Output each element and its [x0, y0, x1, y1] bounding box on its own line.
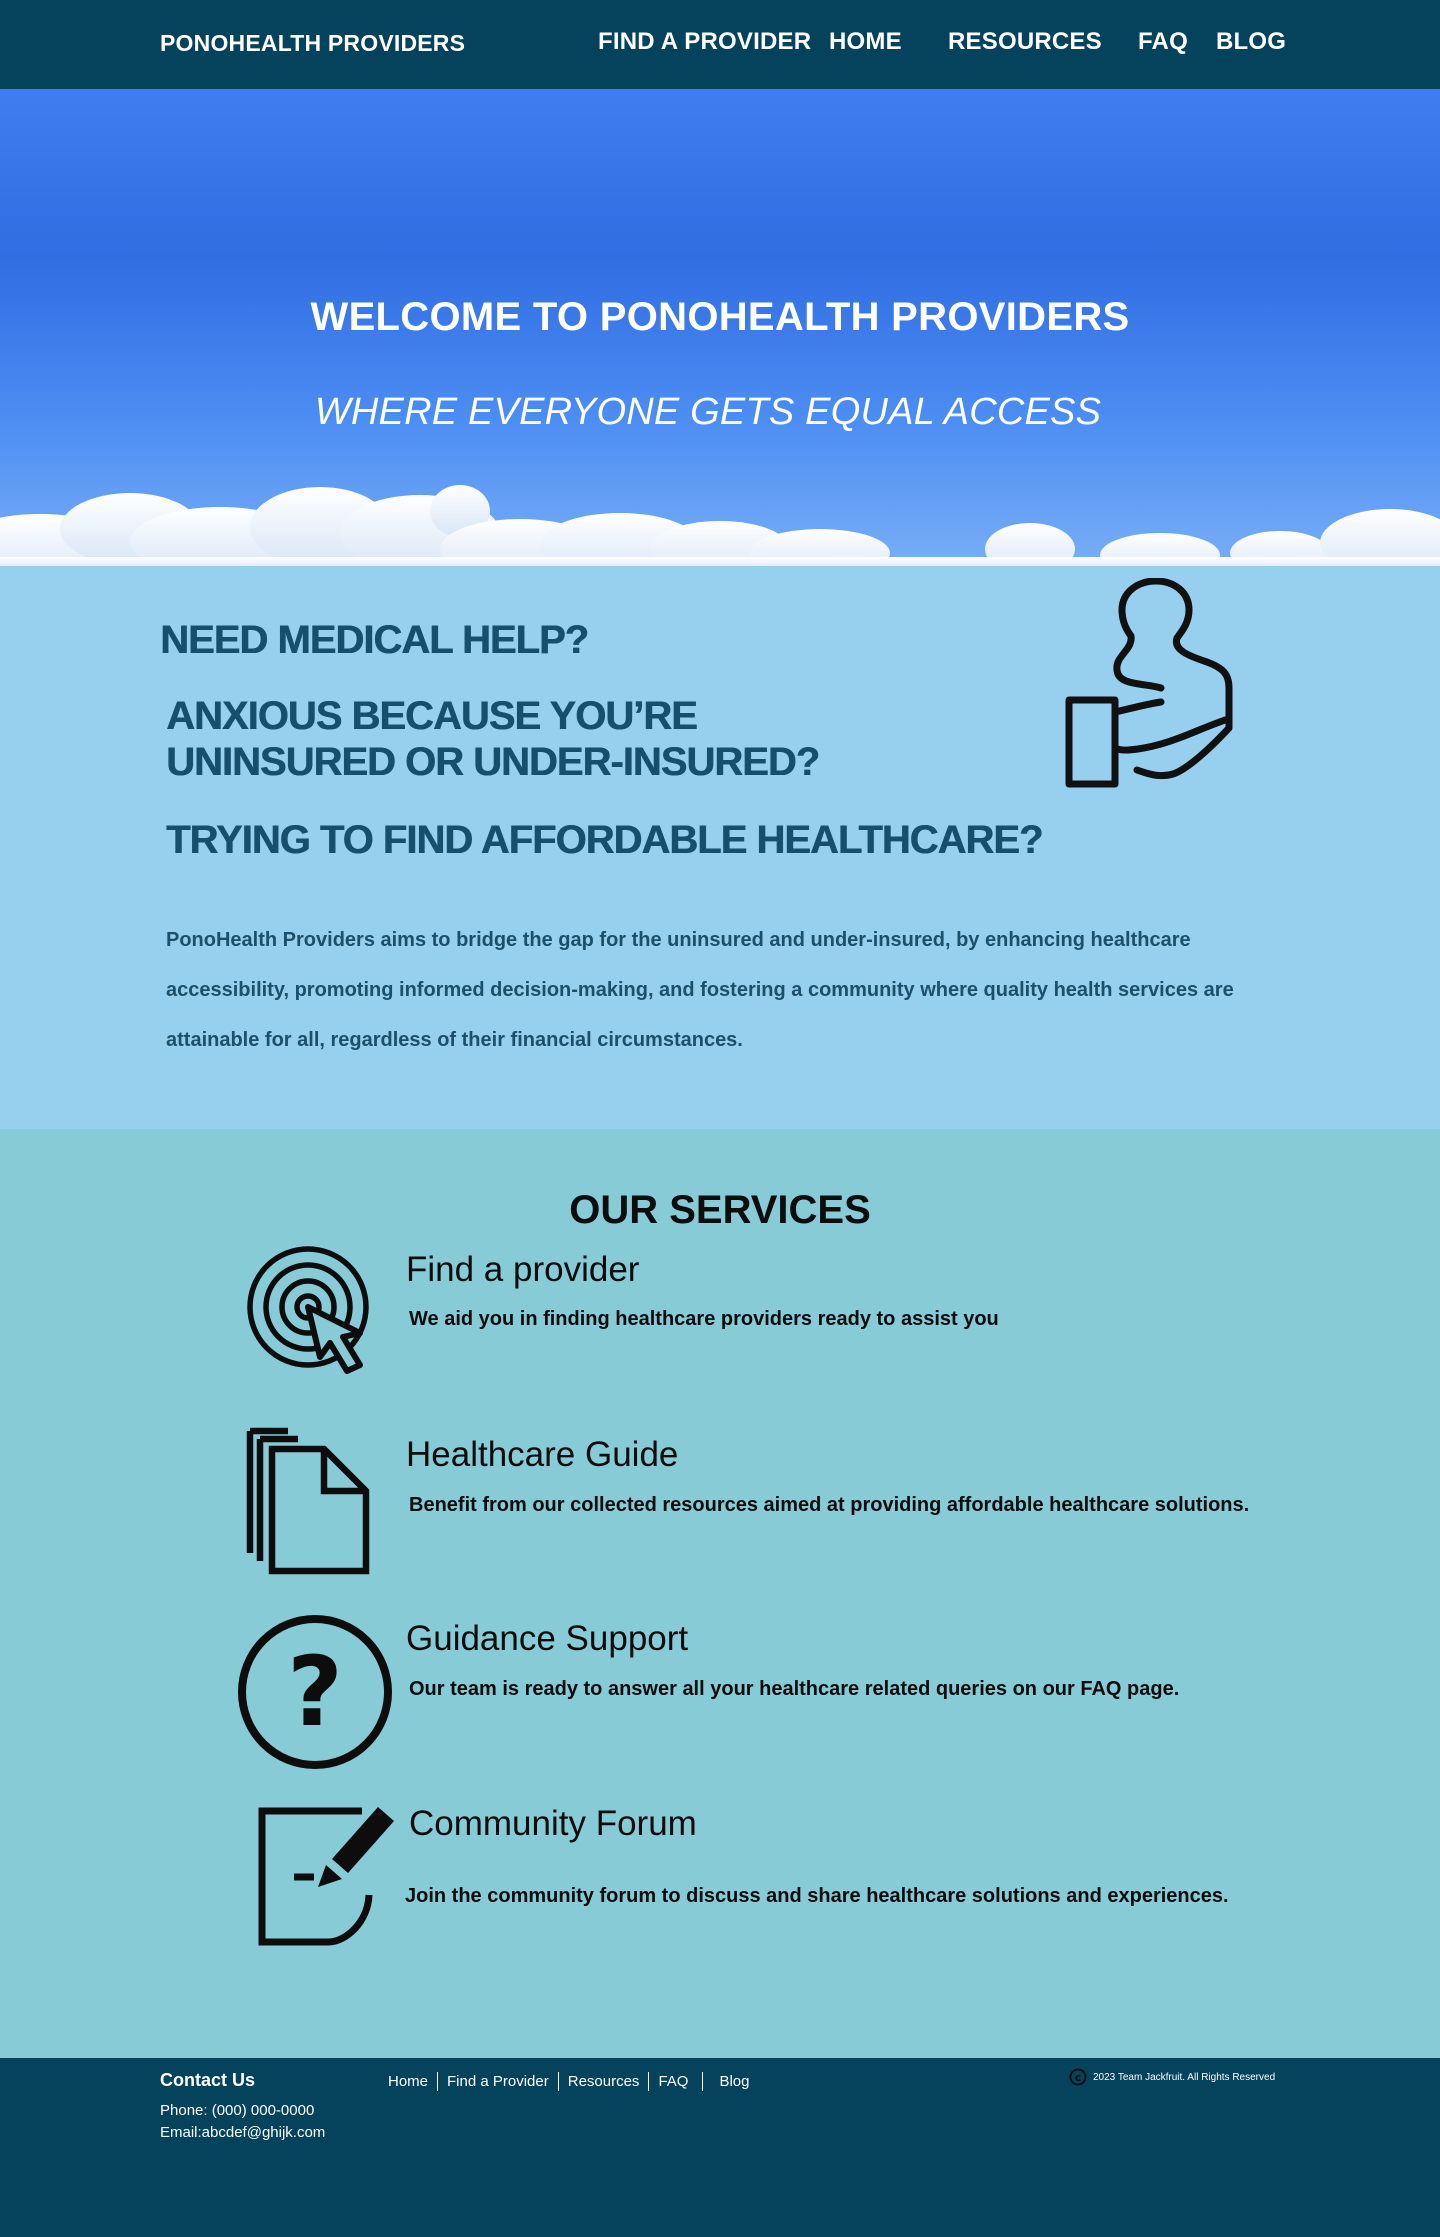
target-cursor-icon: [247, 1246, 369, 1374]
clouds-image: [0, 485, 1440, 566]
service-desc-guidance-support: Our team is ready to answer all your hea…: [409, 1678, 1180, 1700]
nav-home[interactable]: HOME: [829, 28, 902, 56]
question-circle-icon: ?: [238, 1615, 392, 1769]
service-title-healthcare-guide[interactable]: Healthcare Guide: [406, 1435, 678, 1475]
mission-statement: PonoHealth Providers aims to bridge the …: [166, 929, 1234, 1051]
hero-banner: WELCOME TO PONOHEALTH PROVIDERS WHERE EV…: [0, 89, 1440, 566]
service-desc-healthcare-guide: Benefit from our collected resources aim…: [409, 1494, 1250, 1516]
edit-document-icon: [258, 1807, 394, 1946]
contact-email: Email:abcdef@ghijk.com: [160, 2124, 326, 2141]
copyright-icon: c: [1069, 2068, 1087, 2086]
site-footer: Contact Us Phone: (000) 000-0000 Email:a…: [0, 2058, 1440, 2237]
brand-logo[interactable]: PONOHEALTH PROVIDERS: [160, 30, 465, 57]
svg-text:?: ?: [287, 1636, 343, 1748]
footer-nav: Home Find a Provider Resources FAQ Blog: [388, 2072, 758, 2091]
site-header: PONOHEALTH PROVIDERS FIND A PROVIDER HOM…: [0, 0, 1440, 89]
footer-link-find-provider[interactable]: Find a Provider: [438, 2072, 559, 2091]
services-heading: OUR SERVICES: [569, 1188, 871, 1232]
contact-heading: Contact Us: [160, 2070, 256, 2090]
copyright: c 2023 Team Jackfruit. All Rights Reserv…: [1069, 2068, 1275, 2086]
nav-resources[interactable]: RESOURCES: [948, 28, 1102, 56]
footer-link-blog[interactable]: Blog: [703, 2072, 758, 2091]
footer-link-home[interactable]: Home: [388, 2072, 439, 2091]
service-desc-community-forum: Join the community forum to discuss and …: [405, 1885, 1229, 1907]
hero-title: WELCOME TO PONOHEALTH PROVIDERS: [310, 295, 1130, 339]
medical-help-section: NEED MEDICAL HELP? ANXIOUS BECAUSE YOU’R…: [0, 566, 1440, 1129]
footer-link-resources[interactable]: Resources: [559, 2072, 650, 2091]
service-title-guidance-support[interactable]: Guidance Support: [406, 1619, 688, 1659]
help-question-2: ANXIOUS BECAUSE YOU’RE UNINSURED OR UNDE…: [166, 694, 820, 784]
service-title-community-forum[interactable]: Community Forum: [409, 1804, 697, 1844]
nav-find-a-provider[interactable]: FIND A PROVIDER: [598, 28, 811, 56]
hand-holding-person-icon: [1065, 578, 1233, 788]
hero-subtitle: WHERE EVERYONE GETS EQUAL ACCESS: [314, 391, 1102, 433]
nav-blog[interactable]: BLOG: [1216, 28, 1286, 56]
footer-link-faq[interactable]: FAQ: [649, 2072, 704, 2091]
copyright-text: 2023 Team Jackfruit. All Rights Reserved: [1093, 2071, 1276, 2083]
nav-faq[interactable]: FAQ: [1138, 28, 1188, 56]
services-section: OUR SERVICES Find a provider We aid you …: [0, 1129, 1440, 2058]
svg-text:c: c: [1075, 2071, 1082, 2084]
documents-icon: [246, 1427, 370, 1575]
service-desc-find-provider: We aid you in finding healthcare provide…: [409, 1308, 999, 1330]
help-question-3: TRYING TO FIND AFFORDABLE HEALTHCARE?: [166, 818, 1043, 862]
contact-phone: Phone: (000) 000-0000: [160, 2102, 315, 2119]
service-title-find-provider[interactable]: Find a provider: [406, 1250, 639, 1290]
help-question-1: NEED MEDICAL HELP?: [160, 618, 589, 662]
